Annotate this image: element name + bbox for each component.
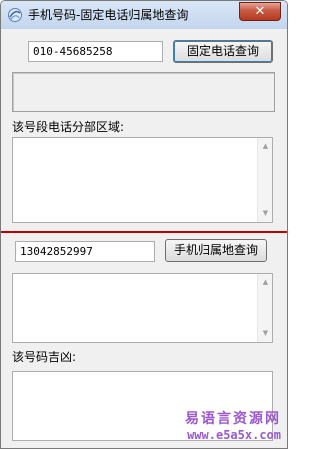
mobile-result-scrollbar[interactable]: ▲ ▼ [257, 274, 272, 342]
close-icon: ✕ [254, 4, 266, 19]
mobile-result-textarea[interactable]: ▲ ▼ [12, 273, 273, 343]
district-textarea[interactable]: ▲ ▼ [12, 137, 273, 223]
client-area: 010-45685258 固定电话查询 该号段电话分部区域: ▲ ▼ 13042… [1, 29, 287, 448]
mobile-query-button[interactable]: 手机归属地查询 [165, 239, 267, 262]
scroll-up-icon[interactable]: ▲ [258, 275, 273, 290]
close-button[interactable]: ✕ [239, 2, 281, 21]
watermark-url: www.e5a5x.com [187, 428, 281, 442]
watermark-brand: 易语言资源网 [185, 411, 281, 427]
mobile-number-input[interactable]: 13042852997 [15, 241, 155, 262]
title-bar[interactable]: 手机号码-固定电话归属地查询 ✕ [1, 1, 287, 29]
district-scrollbar[interactable]: ▲ ▼ [257, 138, 272, 222]
watermark: 易语言资源网 www.e5a5x.com [185, 410, 281, 442]
scroll-down-icon[interactable]: ▼ [258, 326, 273, 341]
luck-label: 该号码吉凶: [12, 350, 77, 364]
landline-query-button[interactable]: 固定电话查询 [173, 40, 273, 63]
window-title: 手机号码-固定电话归属地查询 [28, 8, 189, 22]
landline-number-input[interactable]: 010-45685258 [28, 41, 163, 62]
app-window: 手机号码-固定电话归属地查询 ✕ 010-45685258 固定电话查询 该号段… [0, 0, 288, 449]
scroll-down-icon[interactable]: ▼ [258, 206, 273, 221]
district-label: 该号段电话分部区域: [12, 120, 125, 134]
section-divider [1, 231, 287, 233]
scroll-up-icon[interactable]: ▲ [258, 139, 273, 154]
app-icon [8, 8, 22, 22]
landline-result-box [12, 72, 275, 112]
